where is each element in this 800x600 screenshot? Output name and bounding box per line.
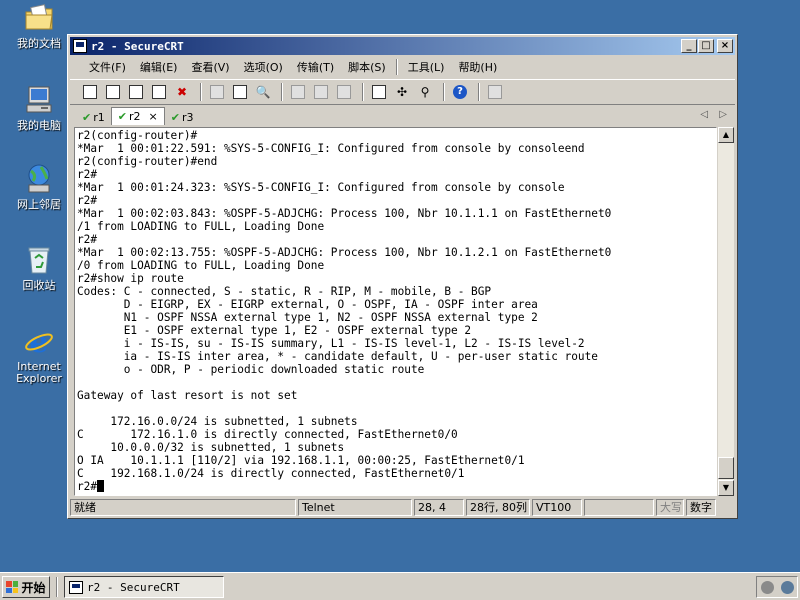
status-caps-lock: 大写 (656, 499, 684, 516)
tab-close-icon[interactable]: × (149, 110, 158, 123)
print-selection-icon[interactable] (334, 82, 354, 102)
menu-options[interactable]: 选项(O) (237, 59, 290, 75)
desktop-icon-my-documents[interactable]: 我的文档 (8, 2, 70, 50)
desktop-icon-network-places[interactable]: 网上邻居 (8, 163, 70, 211)
desktop-icon-recycle-bin[interactable]: 回收站 (8, 244, 70, 292)
toolbar-separator (443, 83, 445, 101)
toolbar-separator (281, 83, 283, 101)
desktop-icon-label: 网上邻居 (17, 198, 61, 211)
tab-navigation: ◁ ▷ (692, 109, 727, 120)
tab-label: r2 (128, 110, 141, 123)
taskbar-item-securecrt[interactable]: r2 - SecureCRT (64, 576, 224, 598)
terminal-text: r2(config-router)# *Mar 1 00:01:22.591: … (77, 129, 612, 493)
start-label: 开始 (21, 580, 46, 595)
desktop-icon-label: 我的电脑 (17, 119, 61, 132)
internet-explorer-icon: e (23, 325, 55, 360)
tab-r3[interactable]: ✔ r3 (165, 109, 200, 125)
terminal-output[interactable]: r2(config-router)# *Mar 1 00:01:22.591: … (74, 127, 717, 496)
desktop-icon-label: 回收站 (22, 279, 56, 292)
connected-check-icon: ✔ (170, 110, 180, 124)
desktop-icon-internet-explorer[interactable]: e Internet Explorer (8, 325, 70, 385)
windows-logo-icon (6, 581, 19, 593)
my-documents-icon (23, 2, 55, 34)
taskbar-separator (56, 577, 58, 597)
tab-label: r3 (181, 110, 194, 124)
connected-check-icon: ✔ (117, 110, 127, 123)
window-titlebar[interactable]: r2 - SecureCRT _ □ × (70, 37, 735, 55)
taskbar: 开始 r2 - SecureCRT (0, 572, 800, 600)
tray-network-icon[interactable] (760, 580, 774, 594)
menu-transfer[interactable]: 传输(T) (290, 59, 341, 75)
desktop-icon-my-computer[interactable]: 我的电脑 (8, 84, 70, 132)
tab-r2[interactable]: ✔ r2 × (110, 107, 165, 125)
menu-script[interactable]: 脚本(S) (341, 59, 393, 75)
terminal-cursor (97, 480, 105, 492)
network-places-icon (23, 163, 55, 195)
quick-connect-icon[interactable] (103, 82, 123, 102)
status-ready: 就绪 (70, 499, 296, 516)
window-title: r2 - SecureCRT (91, 39, 184, 53)
menu-file[interactable]: 文件(F) (82, 59, 133, 75)
tab-label: r1 (93, 110, 105, 124)
taskbar-item-label: r2 - SecureCRT (87, 580, 180, 594)
menubar: 文件(F) 编辑(E) 查看(V) 选项(O) 传输(T) 脚本(S) 工具(L… (70, 57, 735, 77)
help-icon[interactable]: ? (450, 82, 470, 102)
connect-icon[interactable] (80, 82, 100, 102)
tray-volume-icon[interactable] (780, 580, 794, 594)
securecrt-window: r2 - SecureCRT _ □ × 文件(F) 编辑(E) 查看(V) 选… (67, 34, 738, 519)
securecrt-taskbar-icon (69, 580, 83, 594)
status-protocol: Telnet (298, 499, 412, 516)
scroll-thumb[interactable] (718, 457, 734, 479)
tab-scroll-left-icon[interactable]: ◁ (700, 109, 708, 120)
toolbar-separator (362, 83, 364, 101)
status-cursor-position: 28, 4 (414, 499, 464, 516)
status-num-lock: 数字 (686, 499, 716, 516)
menu-tools[interactable]: 工具(L) (401, 59, 452, 75)
desktop-icon-label: Internet Explorer (16, 360, 62, 385)
sftp-icon[interactable] (485, 82, 505, 102)
print-icon[interactable] (288, 82, 308, 102)
minimize-button[interactable]: _ (681, 39, 697, 53)
desktop-icon-label: 我的文档 (17, 37, 61, 50)
status-emulation: VT100 (532, 499, 582, 516)
securecrt-app-icon (73, 39, 87, 53)
tab-scroll-right-icon[interactable]: ▷ (719, 109, 727, 120)
toolbar-separator (200, 83, 202, 101)
status-empty-pane (584, 499, 654, 516)
print-setup-icon[interactable] (311, 82, 331, 102)
disconnect-icon[interactable]: ✖ (172, 82, 192, 102)
menu-view[interactable]: 查看(V) (184, 59, 236, 75)
menu-help[interactable]: 帮助(H) (451, 59, 504, 75)
reconnect-icon[interactable] (149, 82, 169, 102)
session-tabs: ✔ r1 ✔ r2 × ✔ r3 ◁ ▷ (70, 107, 735, 125)
maximize-button[interactable]: □ (698, 39, 714, 53)
keymap-icon[interactable]: ⚲ (415, 82, 435, 102)
close-button[interactable]: × (717, 39, 733, 53)
find-icon[interactable]: 🔍 (253, 82, 273, 102)
recycle-bin-icon (23, 244, 55, 276)
connect-in-tab-icon[interactable] (126, 82, 146, 102)
tab-r1[interactable]: ✔ r1 (76, 109, 111, 125)
connected-check-icon: ✔ (82, 110, 92, 124)
vertical-scrollbar[interactable]: ▲ ▼ (718, 127, 734, 496)
start-button[interactable]: 开始 (2, 576, 50, 598)
my-computer-icon (23, 84, 55, 116)
menu-separator (395, 59, 398, 75)
toolbar-separator (478, 83, 480, 101)
scroll-down-button[interactable]: ▼ (718, 480, 734, 496)
toolbar: ✖ 🔍 ✣ ⚲ ? (70, 79, 735, 105)
global-options-icon[interactable]: ✣ (392, 82, 412, 102)
system-tray (756, 576, 798, 598)
status-terminal-size: 28行, 80列 (466, 499, 530, 516)
paste-icon[interactable] (230, 82, 250, 102)
menu-edit[interactable]: 编辑(E) (133, 59, 185, 75)
session-options-icon[interactable] (369, 82, 389, 102)
copy-icon[interactable] (207, 82, 227, 102)
statusbar: 就绪 Telnet 28, 4 28行, 80列 VT100 大写 数字 (70, 498, 735, 517)
scroll-up-button[interactable]: ▲ (718, 127, 734, 143)
